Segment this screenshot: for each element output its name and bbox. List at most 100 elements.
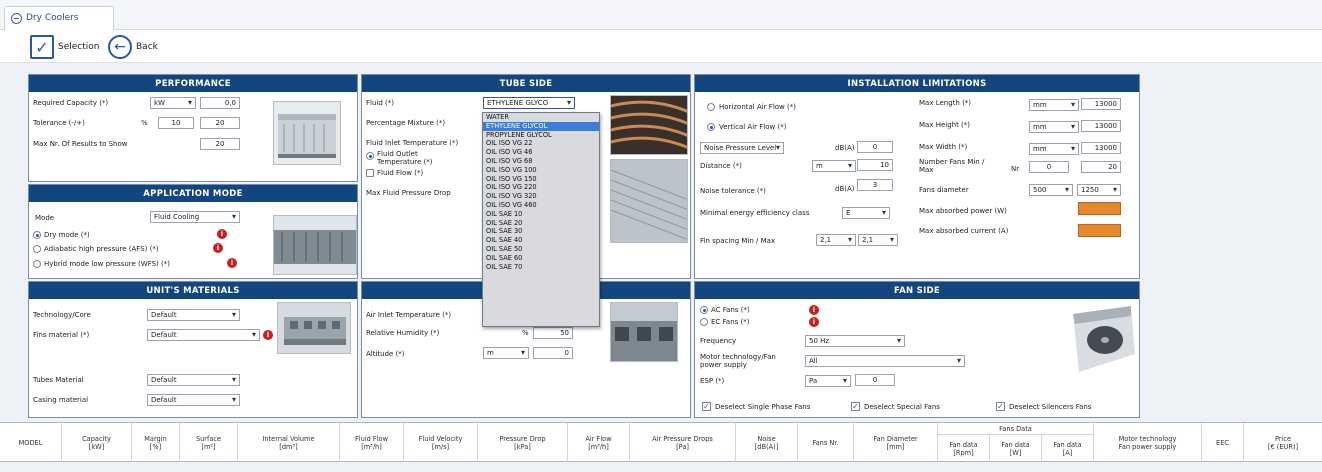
max-height-input[interactable]: 13000 [1081,120,1121,132]
ac-fans-radio[interactable] [700,306,708,314]
column-model[interactable]: MODEL [0,423,62,463]
column-fan-rpm[interactable]: Fan data [Rpm] [938,435,990,463]
fluid-option[interactable]: OIL ISO VG 100 [483,166,599,175]
column-pressure-drop[interactable]: Pressure Drop [kPa] [478,423,568,463]
fluid-option[interactable]: OIL ISO VG 150 [483,175,599,184]
frequency-select[interactable]: 50 Hz [805,335,905,347]
efficiency-select[interactable]: E [842,207,890,219]
horizontal-flow-radio[interactable] [707,103,715,111]
tab-dry-coolers[interactable]: Dry Coolers [4,6,114,30]
fluid-flow-radio[interactable] [366,169,374,177]
fluid-option[interactable]: OIL SAE 60 [483,254,599,263]
fin-min-select[interactable]: 2,1 [816,234,856,246]
fans-max-input[interactable]: 20 [1081,161,1121,173]
column-price[interactable]: Price [€ (EUR)] [1244,423,1322,463]
motor-technology-select[interactable]: All [805,355,965,367]
column-eec[interactable]: EEC [1202,423,1244,463]
fluid-option[interactable]: OIL ISO VG 220 [483,183,599,192]
max-results-input[interactable]: 20 [200,138,240,150]
altitude-unit-select[interactable]: m [483,347,529,359]
deselect-special-checkbox[interactable]: ✓ [851,402,860,411]
column-fan-watt[interactable]: Fan data [W] [990,435,1042,463]
fins-info-icon[interactable]: i [263,330,273,340]
selection-button[interactable]: ✓ Selection [30,34,99,60]
dry-mode-radio[interactable] [33,231,41,239]
adiabatic-info-icon[interactable]: i [213,243,223,253]
column-fluid-flow[interactable]: Fluid Flow [m³/h] [340,423,404,463]
fin-max-select[interactable]: 2,1 [858,234,898,246]
max-width-input[interactable]: 13000 [1081,142,1121,154]
column-internal-volume[interactable]: Internal Volume [dm³] [238,423,340,463]
column-fluid-velocity[interactable]: Fluid Velocity [m/s] [404,423,478,463]
fins-select[interactable]: Default [147,329,260,341]
deselect-single-checkbox[interactable]: ✓ [702,402,711,411]
capacity-input[interactable]: 0,0 [200,97,240,109]
tubes-select[interactable]: Default [147,374,240,386]
max-width-unit-select[interactable]: mm [1029,143,1079,155]
max-current-swatch[interactable] [1078,224,1121,237]
outlet-temp-radio[interactable] [366,152,374,160]
distance-unit-select[interactable]: m [812,160,856,172]
fluid-option[interactable]: OIL SAE 20 [483,219,599,228]
noise-input[interactable]: 0 [857,141,893,153]
deselect-silencers-checkbox[interactable]: ✓ [996,402,1005,411]
fluid-option[interactable]: OIL SAE 10 [483,210,599,219]
fluid-option[interactable]: WATER [483,113,599,122]
column-margin[interactable]: Margin [%] [132,423,180,463]
capacity-unit-select[interactable]: kW [150,97,196,109]
hybrid-info-icon[interactable]: i [227,258,237,268]
fluid-option[interactable]: OIL ISO VG 320 [483,192,599,201]
ac-fans-info-icon[interactable]: i [809,305,819,315]
max-length-unit-select[interactable]: mm [1029,99,1079,111]
distance-input[interactable]: 10 [857,159,893,171]
dry-mode-info-icon[interactable]: i [217,229,227,239]
tolerance-max-input[interactable]: 20 [200,117,240,129]
max-power-swatch[interactable] [1078,202,1121,215]
column-fan-diameter[interactable]: Fan Diameter [mm] [854,423,938,463]
fans-diameter-max-select[interactable]: 1250 [1077,184,1121,196]
casing-label: Casing material [33,396,89,404]
column-air-flow[interactable]: Air Flow [m³/h] [568,423,630,463]
casing-select[interactable]: Default [147,394,240,406]
max-height-unit-select[interactable]: mm [1029,121,1079,133]
esp-input[interactable]: 0 [855,374,895,386]
column-capacity[interactable]: Capacity [kW] [62,423,132,463]
adiabatic-radio[interactable] [33,245,41,253]
ec-fans-info-icon[interactable]: i [809,317,819,327]
esp-unit-select[interactable]: Pa [805,375,851,387]
hybrid-radio[interactable] [33,260,41,268]
fluid-option[interactable]: OIL ISO VG 22 [483,139,599,148]
column-fans-nr[interactable]: Fans Nr. [798,423,854,463]
fluid-option-selected[interactable]: ETHYLENE GLYCOL [483,121,599,131]
fluid-option[interactable]: OIL SAE 40 [483,236,599,245]
column-air-pressure-drops[interactable]: Air Pressure Drops [Pa] [630,423,736,463]
noise-type-select[interactable]: Noise Pressure Level [700,142,784,154]
max-length-input[interactable]: 13000 [1081,98,1121,110]
fans-diameter-min-select[interactable]: 500 [1029,184,1073,196]
fluid-option[interactable]: OIL ISO VG 46 [483,148,599,157]
fluid-option[interactable]: OIL SAE 30 [483,227,599,236]
mode-select[interactable]: Fluid Cooling [150,211,240,223]
column-noise[interactable]: Noise [dB(A)] [736,423,798,463]
column-fan-ampere[interactable]: Fan data [A] [1042,435,1094,463]
tolerance-min-input[interactable]: 10 [158,117,194,129]
fluid-option[interactable]: PROPYLENE GLYCOL [483,131,599,140]
fluid-option[interactable]: OIL ISO VG 460 [483,201,599,210]
column-label: Fan data [1001,441,1030,449]
noise-tolerance-input[interactable]: 3 [857,179,893,191]
fluid-dropdown-list[interactable]: WATER ETHYLENE GLYCOL PROPYLENE GLYCOL O… [482,112,600,327]
fans-min-input[interactable]: 0 [1029,161,1069,173]
vertical-flow-radio[interactable] [707,123,715,131]
fluid-option[interactable]: OIL SAE 70 [483,263,599,272]
column-motor-technology[interactable]: Motor technology Fan power supply [1094,423,1202,463]
back-button[interactable]: ← Back [108,34,158,60]
altitude-input[interactable]: 0 [533,347,573,359]
fluid-select[interactable]: ETHYLENE GLYCO [483,97,575,109]
fluid-option[interactable]: OIL SAE 50 [483,245,599,254]
ec-fans-radio[interactable] [700,318,708,326]
humidity-input[interactable]: 50 [533,327,573,339]
column-surface[interactable]: Surface [m²] [180,423,238,463]
close-tab-icon[interactable] [11,13,22,24]
fluid-option[interactable]: OIL ISO VG 68 [483,157,599,166]
technology-select[interactable]: Default [147,309,240,321]
